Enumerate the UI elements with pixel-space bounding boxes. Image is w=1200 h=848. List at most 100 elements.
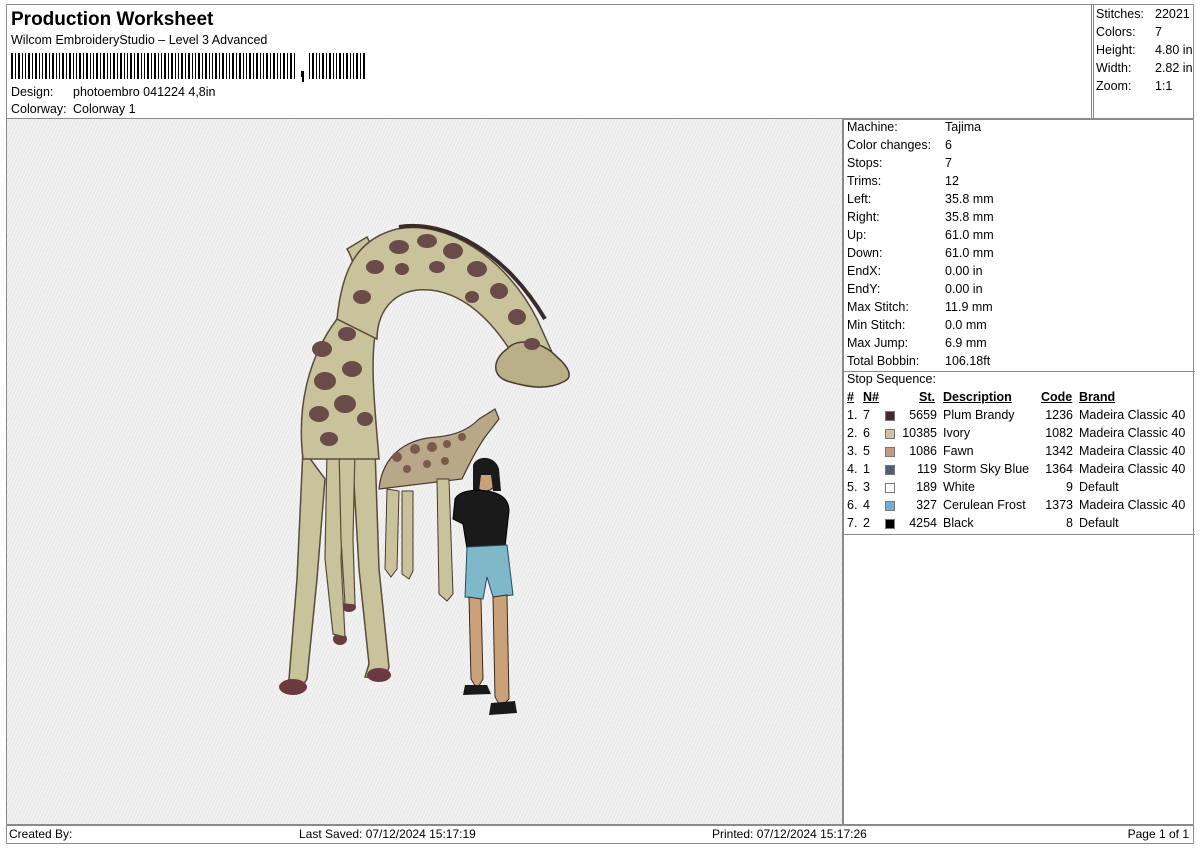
worksheet-footer: Created By: Last Saved: 07/12/2024 15:17… [6,824,1194,844]
row-description: Ivory [943,426,971,440]
info-label: Machine: [847,120,898,134]
stat-zoom: Zoom: 1:1 [1096,79,1196,97]
info-value: 106.18ft [945,354,991,368]
table-row: 3. 5 1086 Fawn 1342 Madeira Classic 40 [843,444,1195,462]
table-row: 4. 1 119 Storm Sky Blue 1364 Madeira Cla… [843,462,1195,480]
design-preview [6,118,844,826]
row-num: 4. [847,462,858,476]
software-subtitle: Wilcom EmbroideryStudio – Level 3 Advanc… [11,33,268,47]
stat-label: Width: [1096,61,1132,75]
row-stitches: 189 [916,480,937,494]
row-stitches: 4254 [909,516,937,530]
info-label: Max Jump: [847,336,909,350]
info-endy: EndY: 0.00 in [847,282,1187,300]
row-num: 5. [847,480,858,494]
row-needle: 7 [863,408,870,422]
info-label: Min Stitch: [847,318,906,332]
row-code: 1236 [1045,408,1073,422]
col-header-n: N# [863,390,879,404]
color-swatch [885,429,895,439]
col-header-description: Description [943,390,1012,404]
info-color-changes: Color changes: 6 [847,138,1187,156]
info-value: 6.9 mm [945,336,987,350]
info-total-bobbin: Total Bobbin: 106.18ft [847,354,1187,372]
color-swatch [885,411,895,421]
row-num: 6. [847,498,858,512]
stop-sequence-title: Stop Sequence: [847,372,936,386]
info-value: 61.0 mm [945,228,994,242]
info-label: Right: [847,210,880,224]
info-label: Total Bobbin: [847,354,920,368]
printed-date: Printed: 07/12/2024 15:17:26 [712,827,867,841]
row-needle: 2 [863,516,870,530]
info-value: 35.8 mm [945,210,994,224]
row-stitches: 1086 [909,444,937,458]
row-code: 1364 [1045,462,1073,476]
info-stops: Stops: 7 [847,156,1187,174]
col-header-brand: Brand [1079,390,1116,404]
color-swatch [885,465,895,475]
info-value: 0.00 in [945,264,983,278]
row-code: 8 [1066,516,1073,530]
col-header-num: # [847,390,854,404]
color-swatch [885,501,895,511]
info-value: 61.0 mm [945,246,994,260]
row-stitches: 10385 [902,426,937,440]
info-value: 0.00 in [945,282,983,296]
page-number: Page 1 of 1 [1127,827,1189,841]
color-swatch [885,519,895,529]
stats-box: Stitches: 22021 Colors: 7 Height: 4.80 in W… [1091,4,1194,120]
info-panel: Machine: Tajima Color changes: 6 Stops: 7 T… [842,118,1195,826]
info-value: 0.0 mm [945,318,987,332]
worksheet-title: Production Worksheet [11,9,214,30]
table-row: 7. 2 4254 Black 8 Default [843,516,1195,534]
row-code: 9 [1066,480,1073,494]
stat-label: Stitches: [1096,7,1144,21]
row-description: Plum Brandy [943,408,1015,422]
row-needle: 5 [863,444,870,458]
stat-label: Zoom: [1096,79,1132,93]
row-code: 1342 [1045,444,1073,458]
row-needle: 6 [863,426,870,440]
table-row: 2. 6 10385 Ivory 1082 Madeira Classic 40 [843,426,1195,444]
col-header-st: St. [919,390,935,404]
divider [843,534,1195,535]
row-brand: Default [1079,480,1119,494]
table-row: 1. 7 5659 Plum Brandy 1236 Madeira Class… [843,408,1195,426]
info-value: 35.8 mm [945,192,994,206]
info-value: 6 [945,138,952,152]
stat-height: Height: 4.80 in [1096,43,1196,61]
row-brand: Madeira Classic 40 [1079,444,1186,458]
info-value: 12 [945,174,959,188]
row-stitches: 119 [917,462,937,476]
row-needle: 4 [863,498,870,512]
info-value: 7 [945,156,952,170]
row-description: Storm Sky Blue [943,462,1030,476]
row-description: Cerulean Frost [943,498,1026,512]
colorway-label: Colorway: [11,102,67,116]
info-trims: Trims: 12 [847,174,1187,192]
design-value: photoembro 041224 4,8in [73,85,216,99]
worksheet-header: Production Worksheet Wilcom EmbroiderySt… [6,4,1094,120]
info-value: 11.9 mm [945,300,993,314]
last-saved: Last Saved: 07/12/2024 15:17:19 [299,827,476,841]
hoof-shape [279,679,307,695]
created-by: Created By: [9,827,73,841]
stat-label: Colors: [1096,25,1136,39]
info-label: EndX: [847,264,882,278]
row-code: 1373 [1045,498,1073,512]
color-swatch [885,447,895,457]
stat-stitches: Stitches: 22021 [1096,7,1196,25]
row-brand: Madeira Classic 40 [1079,462,1186,476]
row-brand: Madeira Classic 40 [1079,498,1186,512]
stat-value: 2.82 in [1155,61,1193,75]
row-code: 1082 [1045,426,1073,440]
row-description: Black [943,516,974,530]
info-label: Up: [847,228,867,242]
info-label: Color changes: [847,138,932,152]
design-label: Design: [11,85,54,99]
row-num: 1. [847,408,858,422]
info-max-jump: Max Jump: 6.9 mm [847,336,1187,354]
barcode-image [11,53,365,82]
info-label: Max Stitch: [847,300,909,314]
